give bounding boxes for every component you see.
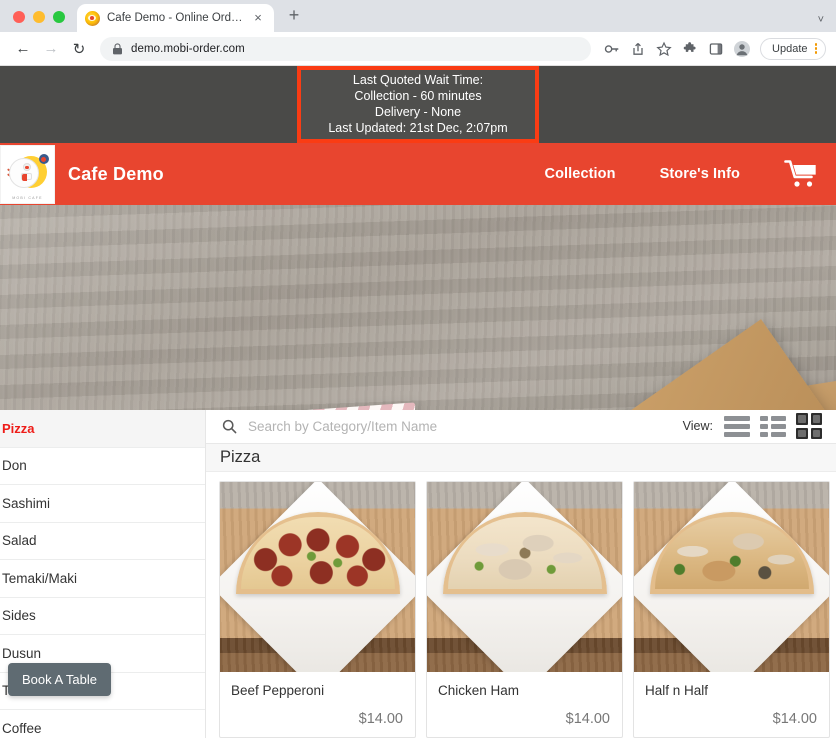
site-logo[interactable]: MOBI CAFE xyxy=(0,144,55,204)
product-price: $14.00 xyxy=(565,711,610,727)
url-text: demo.mobi-order.com xyxy=(131,42,245,55)
wait-time-notice: Last Quoted Wait Time: Collection - 60 m… xyxy=(297,66,539,143)
extensions-puzzle-icon[interactable] xyxy=(677,36,702,61)
product-name: Half n Half xyxy=(645,683,709,698)
tab-title: Cafe Demo - Online Ordering xyxy=(107,12,243,24)
update-button[interactable]: Update xyxy=(760,37,826,60)
product-name: Beef Pepperoni xyxy=(231,683,325,698)
view-grid-button[interactable] xyxy=(796,413,822,440)
bookmark-star-icon[interactable] xyxy=(651,36,676,61)
share-icon[interactable] xyxy=(625,36,650,61)
tab-strip: Cafe Demo - Online Ordering × + ˅ xyxy=(0,0,836,32)
product-image-pepperoni xyxy=(220,482,415,672)
brand-name: Cafe Demo xyxy=(68,163,164,184)
cart-button[interactable] xyxy=(762,159,836,189)
view-label: View: xyxy=(682,419,713,434)
page-content: Pizza Don Sashimi Salad Temaki/Maki Side… xyxy=(0,410,836,738)
sidebar-item-coffee[interactable]: Coffee xyxy=(0,710,205,738)
sidebar-item-sashimi[interactable]: Sashimi xyxy=(0,485,205,523)
hero-banner xyxy=(0,205,836,410)
chevron-down-icon[interactable]: ˅ xyxy=(818,14,824,26)
reload-button[interactable]: ↻ xyxy=(66,36,92,62)
sidebar-item-temaki-maki[interactable]: Temaki/Maki xyxy=(0,560,205,598)
window-controls[interactable] xyxy=(0,11,77,32)
menu-main: Search by Category/Item Name View: Pizza xyxy=(206,410,836,738)
minimize-window-button[interactable] xyxy=(33,11,45,23)
maximize-window-button[interactable] xyxy=(53,11,65,23)
cafe-favicon xyxy=(85,10,100,26)
view-rows-button[interactable] xyxy=(724,413,750,439)
last-updated-text: Last Updated: 21st Dec, 2:07pm xyxy=(328,121,508,135)
side-panel-icon[interactable] xyxy=(703,36,728,61)
logo-caption: MOBI CAFE xyxy=(12,195,43,200)
view-list-button[interactable] xyxy=(760,413,786,439)
nav-stores-info[interactable]: Store's Info xyxy=(638,166,762,182)
search-icon xyxy=(222,419,237,434)
browser-toolbar: ← → ↻ demo.mobi-order.com Update xyxy=(0,32,836,66)
sidebar-item-salad[interactable]: Salad xyxy=(0,523,205,560)
hero-light-gradient xyxy=(0,205,250,410)
new-tab-button[interactable]: + xyxy=(282,3,306,27)
site-header: MOBI CAFE Cafe Demo Collection Store's I… xyxy=(0,143,836,205)
page-title: Pizza xyxy=(220,447,261,466)
product-card[interactable]: Half n Half $14.00 xyxy=(633,481,830,738)
close-window-button[interactable] xyxy=(13,11,25,23)
wait-time-heading: Last Quoted Wait Time: xyxy=(352,73,484,87)
sushi-plate-logo-icon xyxy=(5,152,51,196)
search-input[interactable]: Search by Category/Item Name xyxy=(222,419,683,434)
web-page: Last Quoted Wait Time: Collection - 60 m… xyxy=(0,66,836,738)
view-toggle-group xyxy=(724,413,822,440)
product-name: Chicken Ham xyxy=(438,683,520,698)
product-image-half-n-half xyxy=(634,482,829,672)
product-card[interactable]: Chicken Ham $14.00 xyxy=(426,481,623,738)
back-button[interactable]: ← xyxy=(10,36,36,62)
book-a-table-button[interactable]: Book A Table xyxy=(8,663,111,696)
site-navigation: Collection Store's Info xyxy=(523,159,836,189)
address-bar[interactable]: demo.mobi-order.com xyxy=(100,36,592,61)
browser-tab[interactable]: Cafe Demo - Online Ordering × xyxy=(77,4,274,32)
shopping-cart-icon xyxy=(784,160,816,187)
browser-chrome: Cafe Demo - Online Ordering × + ˅ ← → ↻ … xyxy=(0,0,836,66)
product-image-chicken-ham xyxy=(427,482,622,672)
wait-time-strip: Last Quoted Wait Time: Collection - 60 m… xyxy=(0,66,836,143)
section-header: Pizza xyxy=(206,443,836,472)
category-sidebar: Pizza Don Sashimi Salad Temaki/Maki Side… xyxy=(0,410,206,738)
kebab-menu-icon[interactable] xyxy=(811,43,822,54)
product-grid: Beef Pepperoni $14.00 Chicken Ham $14.00 xyxy=(206,472,836,738)
update-label: Update xyxy=(772,42,808,55)
product-price: $14.00 xyxy=(772,711,817,727)
sidebar-item-pizza[interactable]: Pizza xyxy=(0,410,205,448)
search-bar: Search by Category/Item Name View: xyxy=(206,410,836,444)
lock-icon xyxy=(113,42,122,54)
close-tab-icon[interactable]: × xyxy=(250,10,266,26)
profile-avatar-icon[interactable] xyxy=(729,36,754,61)
delivery-wait-time: Delivery - None xyxy=(374,105,462,119)
nav-collection[interactable]: Collection xyxy=(523,166,638,182)
search-placeholder: Search by Category/Item Name xyxy=(248,418,438,434)
sidebar-item-sides[interactable]: Sides xyxy=(0,598,205,635)
sidebar-item-don[interactable]: Don xyxy=(0,448,205,485)
forward-button[interactable]: → xyxy=(38,36,64,62)
toolbar-icons: Update xyxy=(599,36,826,61)
key-icon[interactable] xyxy=(599,36,624,61)
collection-wait-time: Collection - 60 minutes xyxy=(354,89,482,103)
product-card[interactable]: Beef Pepperoni $14.00 xyxy=(219,481,416,738)
product-price: $14.00 xyxy=(358,711,403,727)
